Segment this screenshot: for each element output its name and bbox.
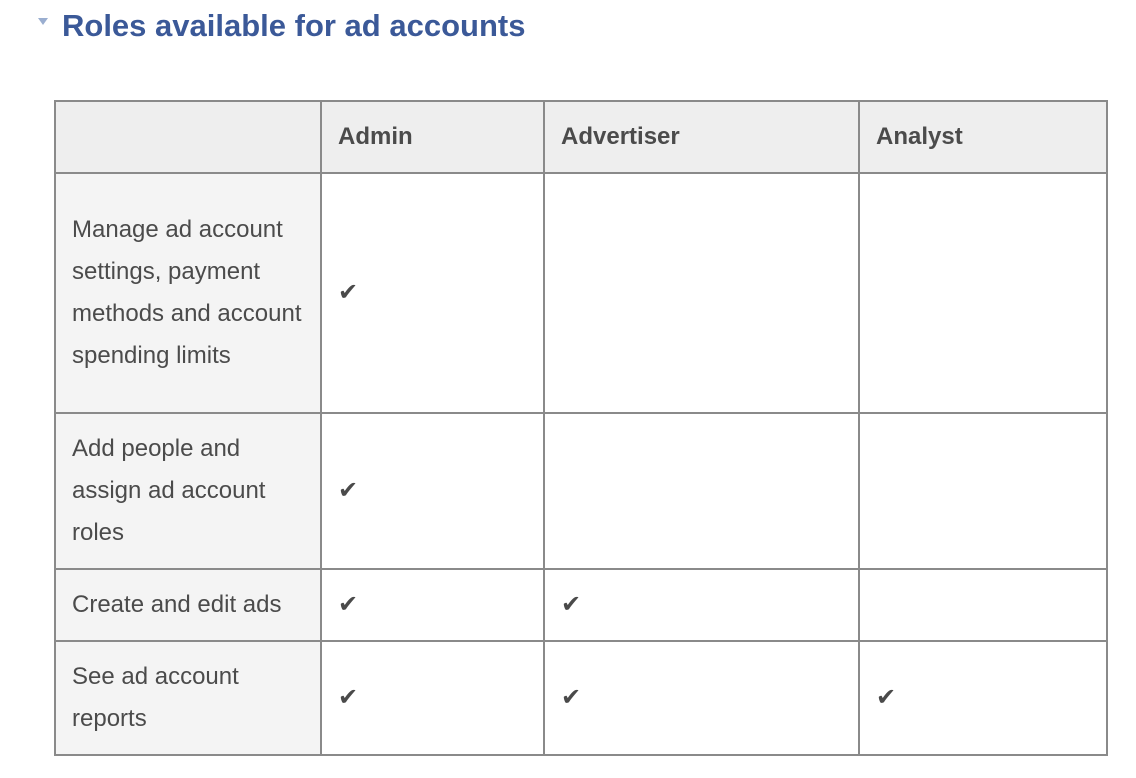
header-admin: Admin: [320, 100, 545, 174]
advertiser-cell: [543, 412, 860, 570]
section-title: Roles available for ad accounts: [62, 8, 526, 43]
advertiser-check-icon: ✔: [543, 568, 860, 642]
advertiser-check-icon: ✔: [543, 640, 860, 756]
analyst-cell: [858, 172, 1108, 414]
permission-label: Create and edit ads: [54, 568, 322, 642]
triangle-down-icon[interactable]: [38, 17, 48, 25]
table-row: Add people and assign ad account roles ✔: [54, 412, 1108, 570]
section-heading[interactable]: Roles available for ad accounts: [38, 8, 525, 44]
permission-label: See ad account reports: [54, 640, 322, 756]
admin-check-icon: ✔: [320, 568, 545, 642]
admin-check-icon: ✔: [320, 412, 545, 570]
admin-check-icon: ✔: [320, 172, 545, 414]
analyst-cell: [858, 412, 1108, 570]
permission-label: Add people and assign ad account roles: [54, 412, 322, 570]
advertiser-cell: [543, 172, 860, 414]
analyst-cell: [858, 568, 1108, 642]
header-advertiser: Advertiser: [543, 100, 860, 174]
table-row: See ad account reports ✔ ✔ ✔: [54, 640, 1108, 756]
analyst-check-icon: ✔: [858, 640, 1108, 756]
header-permission: [54, 100, 322, 174]
roles-table: Admin Advertiser Analyst Manage ad accou…: [54, 100, 1108, 756]
table-row: Create and edit ads ✔ ✔: [54, 568, 1108, 642]
permission-label: Manage ad account settings, payment meth…: [54, 172, 322, 414]
header-analyst: Analyst: [858, 100, 1108, 174]
admin-check-icon: ✔: [320, 640, 545, 756]
table-header-row: Admin Advertiser Analyst: [54, 100, 1108, 174]
table-row: Manage ad account settings, payment meth…: [54, 172, 1108, 414]
